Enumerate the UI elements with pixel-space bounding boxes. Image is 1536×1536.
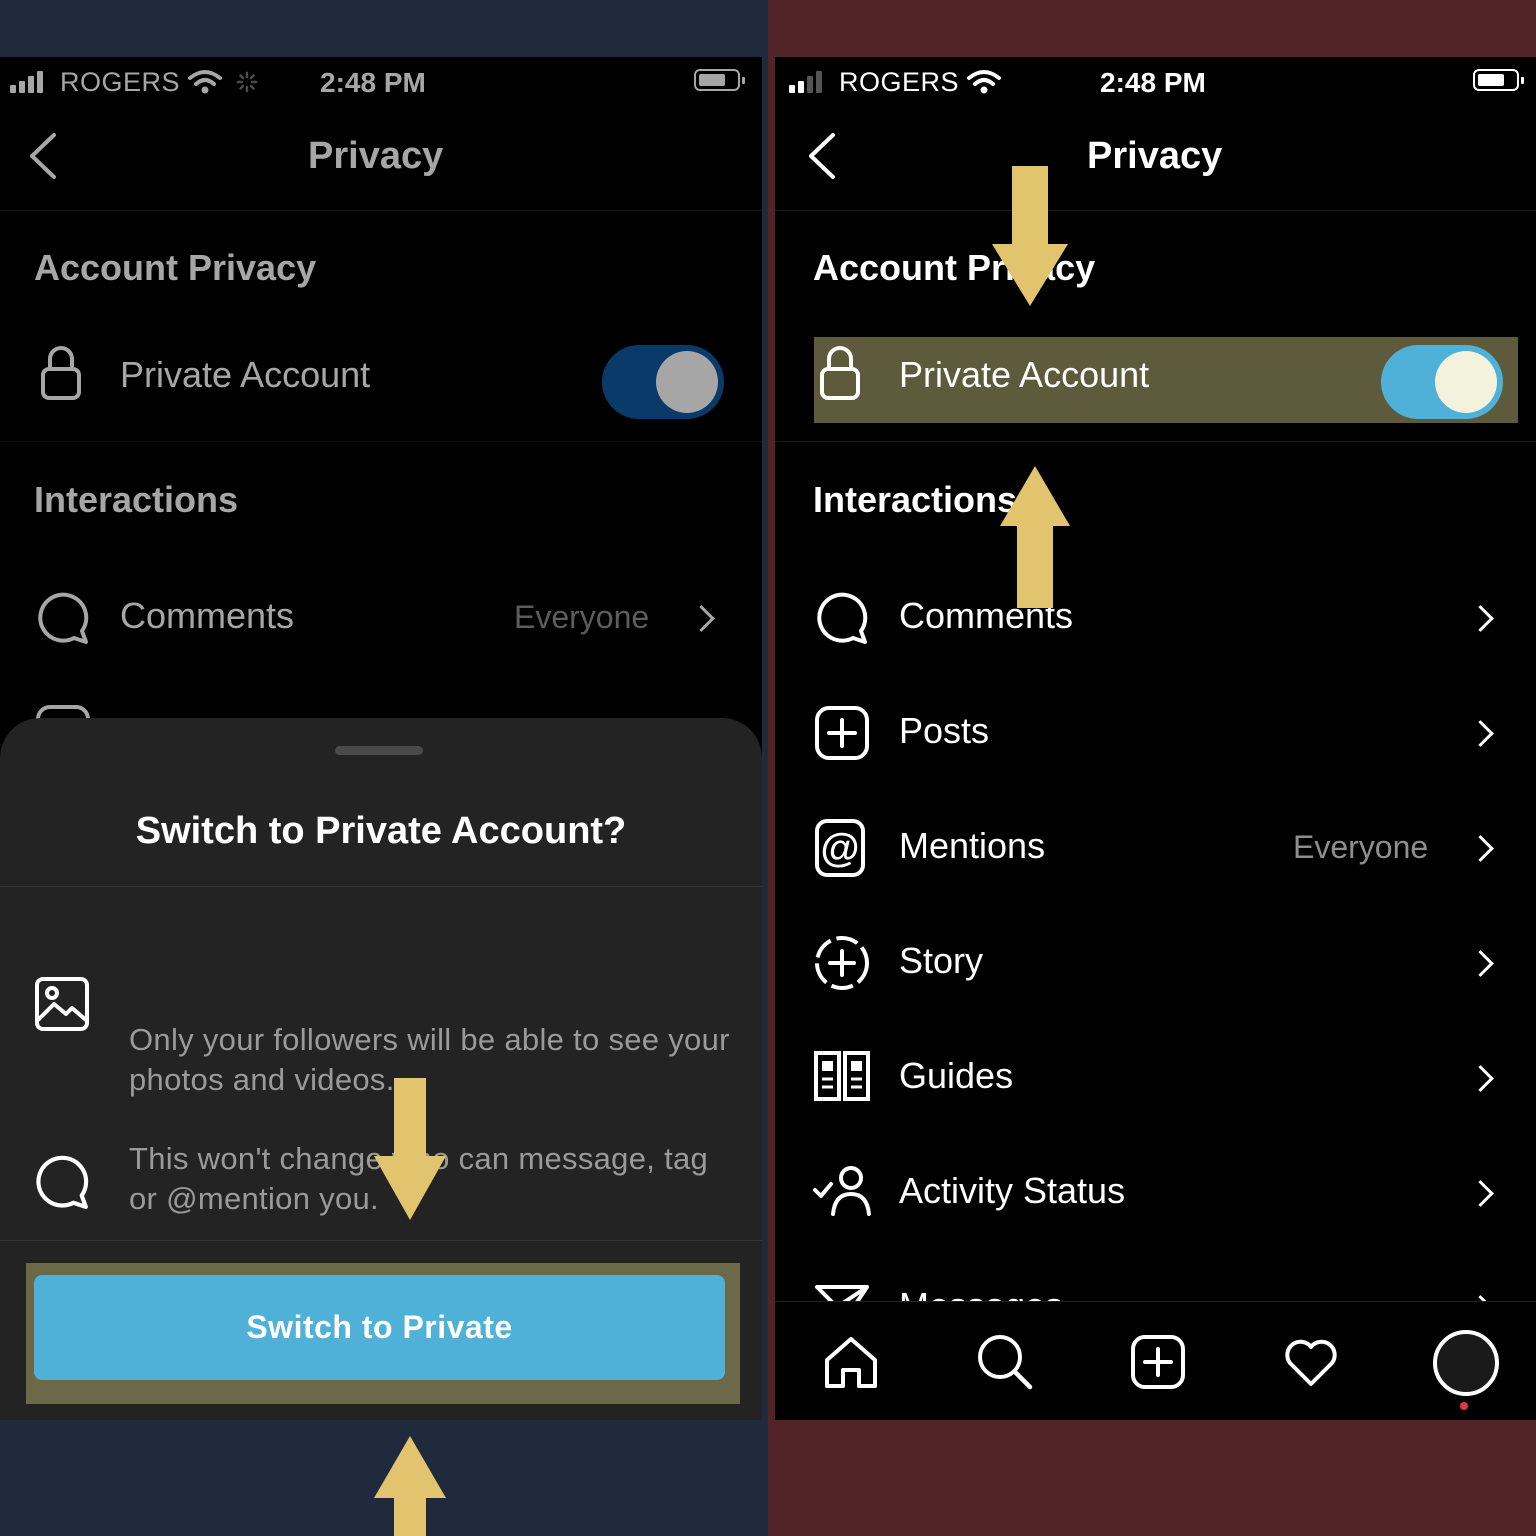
private-account-label: Private Account (899, 354, 1150, 395)
guides-label: Guides (899, 1055, 1014, 1096)
activity-status-row[interactable]: Activity Status (775, 1152, 1536, 1232)
search-icon[interactable] (977, 1334, 1033, 1390)
sheet-title: Switch to Private Account? (135, 810, 627, 852)
mentions-row[interactable]: @ Mentions Everyone (775, 807, 1536, 887)
posts-row[interactable]: Posts (775, 692, 1536, 772)
sheet-divider (0, 886, 762, 887)
mentions-label: Mentions (899, 825, 1046, 866)
sheet-grabber[interactable] (335, 746, 423, 755)
chevron-right-icon (1467, 835, 1494, 862)
arrow-up-annotation (374, 1436, 446, 1536)
chevron-right-icon (1467, 605, 1494, 632)
right-screenshot: ROGERS 2:48 PM Privacy Account Privacy P… (775, 57, 1536, 1420)
signal-icon (789, 71, 822, 93)
story-label: Story (899, 940, 984, 981)
toggle-knob (1435, 351, 1497, 413)
sheet-divider-bottom (0, 1240, 762, 1241)
switch-to-private-button[interactable]: Switch to Private (34, 1275, 725, 1380)
heart-icon[interactable] (1283, 1336, 1339, 1388)
status-time: 2:48 PM (1100, 67, 1206, 98)
comment-icon (817, 592, 868, 644)
arrow-up-annotation (1000, 466, 1070, 608)
status-bar: ROGERS 2:48 PM (775, 57, 1536, 109)
nav-divider (775, 210, 1536, 211)
bottom-tab-bar (775, 1301, 1536, 1420)
battery-icon (1473, 69, 1524, 91)
arrow-down-annotation (992, 166, 1068, 306)
guides-icon (814, 1051, 870, 1101)
new-post-icon[interactable] (1130, 1334, 1186, 1390)
chevron-right-icon (1467, 1180, 1494, 1207)
private-account-toggle[interactable] (1381, 345, 1503, 419)
mentions-value: Everyone (1293, 829, 1429, 865)
section-divider (775, 441, 1536, 442)
private-account-row[interactable]: Private Account (775, 327, 1536, 437)
guides-row[interactable]: Guides (775, 1037, 1536, 1117)
sheet-backdrop[interactable] (0, 57, 762, 718)
chevron-right-icon (1467, 720, 1494, 747)
comment-icon (36, 1155, 89, 1209)
carrier-name: ROGERS (839, 67, 960, 97)
chevron-right-icon (1467, 1065, 1494, 1092)
activity-status-icon (813, 1166, 871, 1216)
at-icon: @ (815, 819, 865, 877)
switch-button-highlight: Switch to Private (26, 1263, 740, 1404)
home-icon[interactable] (823, 1336, 879, 1390)
posts-label: Posts (899, 710, 990, 751)
arrow-down-annotation (374, 1078, 446, 1220)
story-plus-icon (815, 936, 869, 990)
page-title: Privacy (1087, 135, 1223, 177)
comments-row[interactable]: Comments (775, 577, 1536, 657)
wifi-icon (967, 70, 1001, 94)
activity-status-label: Activity Status (899, 1170, 1126, 1211)
lock-icon (820, 346, 860, 400)
section-header-interactions: Interactions (813, 479, 1018, 520)
profile-avatar[interactable] (1433, 1330, 1499, 1396)
story-row[interactable]: Story (775, 922, 1536, 1002)
chevron-right-icon (1467, 950, 1494, 977)
back-chevron-icon[interactable] (807, 133, 837, 179)
photo-icon (35, 977, 89, 1031)
notification-dot (1460, 1402, 1468, 1410)
confirm-sheet: Switch to Private Account? Only your fol… (0, 718, 762, 1420)
svg-text:@: @ (820, 826, 859, 870)
plus-square-icon (815, 706, 869, 760)
